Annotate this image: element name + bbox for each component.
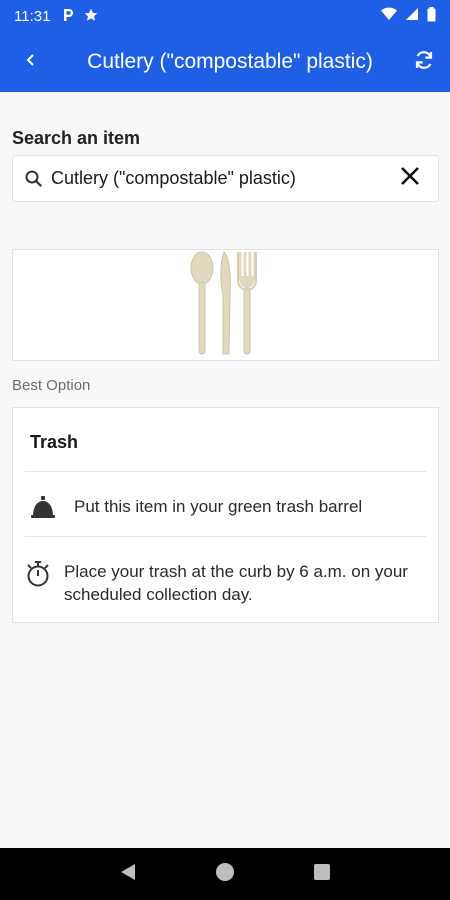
- recents-square-icon: [313, 863, 331, 886]
- clear-search-button[interactable]: [392, 161, 428, 197]
- search-icon: [23, 168, 45, 190]
- refresh-icon: [413, 49, 435, 76]
- status-bar: 11:31: [0, 0, 450, 32]
- instruction-row: Put this item in your green trash barrel: [25, 495, 426, 519]
- search-label: Search an item: [12, 128, 141, 148]
- divider: [25, 536, 426, 537]
- best-option-card: Trash Put this item in your green trash …: [12, 407, 439, 623]
- instruction-text: Put this item in your green trash barrel: [74, 497, 363, 516]
- nav-home-button[interactable]: [205, 854, 245, 894]
- stopwatch-icon: [25, 560, 51, 588]
- nav-recents-button[interactable]: [302, 854, 342, 894]
- page-title: Cutlery ("compostable" plastic): [87, 50, 373, 73]
- app-bar: Cutlery ("compostable" plastic): [0, 32, 450, 92]
- instruction-row: Place your trash at the curb by 6 a.m. o…: [25, 560, 426, 606]
- parking-notification-icon: [62, 8, 74, 25]
- nav-back-button[interactable]: [108, 854, 148, 894]
- item-image-card: [12, 249, 439, 361]
- instruction-text: Place your trash at the curb by 6 a.m. o…: [64, 562, 408, 604]
- signal-icon: [405, 7, 419, 25]
- trash-barrel-icon: [25, 495, 61, 519]
- chevron-left-icon: [25, 53, 37, 72]
- battery-icon: [427, 6, 436, 26]
- divider: [25, 471, 426, 472]
- best-option-label: Best Option: [12, 377, 91, 394]
- refresh-button[interactable]: [398, 32, 450, 92]
- back-button[interactable]: [0, 32, 62, 92]
- home-circle-icon: [214, 861, 236, 888]
- search-input[interactable]: [51, 168, 392, 189]
- back-triangle-icon: [120, 863, 136, 886]
- cutlery-image: [186, 248, 266, 363]
- wifi-icon: [381, 7, 397, 25]
- close-icon: [399, 165, 421, 192]
- status-time: 11:31: [14, 7, 51, 25]
- star-icon: [84, 8, 98, 25]
- system-nav-bar: [0, 848, 450, 900]
- search-box[interactable]: [12, 155, 439, 202]
- disposal-method-title: Trash: [30, 432, 79, 452]
